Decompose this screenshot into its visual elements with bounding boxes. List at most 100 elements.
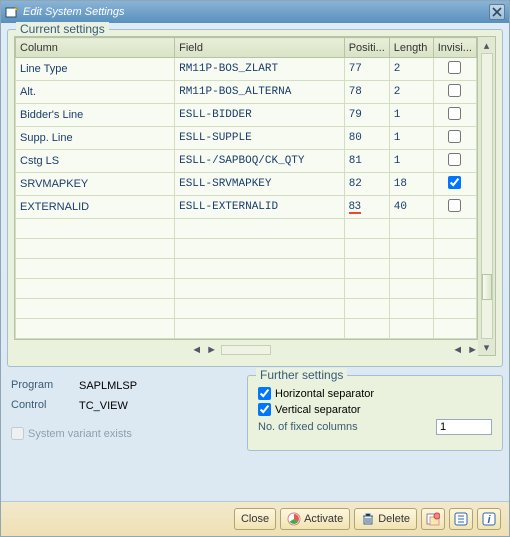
invisible-checkbox[interactable]: [448, 107, 461, 120]
invisible-checkbox[interactable]: [448, 61, 461, 74]
variant-icon: [426, 512, 440, 526]
table-row[interactable]: [16, 279, 477, 299]
hscroll-left-arrow-2[interactable]: ◄: [452, 344, 463, 356]
delete-button-label: Delete: [378, 513, 410, 525]
cell-invisible[interactable]: [433, 127, 476, 150]
cell-column[interactable]: Line Type: [16, 58, 175, 81]
cell-position[interactable]: 79: [344, 104, 389, 127]
control-value: TC_VIEW: [75, 399, 175, 413]
cell-length[interactable]: 2: [389, 58, 433, 81]
table-row[interactable]: Supp. LineESLL-SUPPLE801: [16, 127, 477, 150]
cell-column[interactable]: Bidder's Line: [16, 104, 175, 127]
cell-field[interactable]: ESLL-SUPPLE: [175, 127, 345, 150]
vscroll-up-arrow[interactable]: ▴: [481, 39, 493, 51]
table-row[interactable]: [16, 259, 477, 279]
window: Edit System Settings Current settings Co…: [0, 0, 510, 537]
cell-invisible[interactable]: [433, 81, 476, 104]
cell-column[interactable]: Supp. Line: [16, 127, 175, 150]
vscroll-track[interactable]: [481, 53, 493, 339]
cell-field[interactable]: RM11P-BOS_ZLART: [175, 58, 345, 81]
cell-position[interactable]: 80: [344, 127, 389, 150]
settings-grid: Column Field Positi... Length Invisi... …: [14, 36, 478, 340]
horizontal-separator-label: Horizontal separator: [275, 388, 374, 400]
further-settings-legend: Further settings: [256, 368, 347, 382]
system-variant-checkbox: [11, 427, 24, 440]
cell-column[interactable]: Cstg LS: [16, 150, 175, 173]
horizontal-separator-checkbox[interactable]: [258, 387, 271, 400]
hscroll-track[interactable]: [221, 345, 271, 355]
cell-length[interactable]: 1: [389, 150, 433, 173]
table-row[interactable]: [16, 239, 477, 259]
col-header-invisible[interactable]: Invisi...: [433, 38, 476, 58]
cell-length[interactable]: 18: [389, 173, 433, 196]
invisible-checkbox[interactable]: [448, 84, 461, 97]
admin-button[interactable]: [449, 508, 473, 530]
fixed-columns-input[interactable]: [436, 419, 492, 435]
activate-button[interactable]: Activate: [280, 508, 350, 530]
cell-position[interactable]: 83: [344, 196, 389, 219]
cell-column[interactable]: Alt.: [16, 81, 175, 104]
cell-invisible[interactable]: [433, 104, 476, 127]
info-icon: i: [482, 512, 496, 526]
cell-position[interactable]: 78: [344, 81, 389, 104]
hscroll: ◄ ► ◄ ►: [14, 340, 478, 356]
cell-length[interactable]: 2: [389, 81, 433, 104]
window-close-button[interactable]: [489, 4, 505, 20]
table-row[interactable]: [16, 219, 477, 239]
info-left: Program SAPLMLSP Control TC_VIEW System …: [7, 375, 237, 459]
info-button[interactable]: i: [477, 508, 501, 530]
cell-length[interactable]: 1: [389, 127, 433, 150]
cell-field[interactable]: ESLL-EXTERNALID: [175, 196, 345, 219]
table-row[interactable]: [16, 299, 477, 319]
hscroll-right-arrow[interactable]: ►: [206, 344, 217, 356]
invisible-checkbox[interactable]: [448, 153, 461, 166]
cell-position[interactable]: 81: [344, 150, 389, 173]
invisible-checkbox[interactable]: [448, 199, 461, 212]
vscroll-down-arrow[interactable]: ▾: [481, 341, 493, 353]
further-settings-group: Further settings Horizontal separator Ve…: [247, 375, 503, 451]
table-row[interactable]: SRVMAPKEYESLL-SRVMAPKEY8218: [16, 173, 477, 196]
table-row[interactable]: Line TypeRM11P-BOS_ZLART772: [16, 58, 477, 81]
invisible-checkbox[interactable]: [448, 176, 461, 189]
delete-button[interactable]: Delete: [354, 508, 417, 530]
cell-column[interactable]: SRVMAPKEY: [16, 173, 175, 196]
cell-position[interactable]: 77: [344, 58, 389, 81]
cell-invisible[interactable]: [433, 173, 476, 196]
col-header-position[interactable]: Positi...: [344, 38, 389, 58]
cell-invisible[interactable]: [433, 196, 476, 219]
program-value: SAPLMLSP: [75, 379, 175, 393]
cell-invisible[interactable]: [433, 150, 476, 173]
cell-length[interactable]: 40: [389, 196, 433, 219]
cell-column[interactable]: EXTERNALID: [16, 196, 175, 219]
col-header-length[interactable]: Length: [389, 38, 433, 58]
cell-field[interactable]: RM11P-BOS_ALTERNA: [175, 81, 345, 104]
vscroll-thumb[interactable]: [482, 274, 492, 300]
table-row[interactable]: Alt.RM11P-BOS_ALTERNA782: [16, 81, 477, 104]
close-button[interactable]: Close: [234, 508, 276, 530]
cell-field[interactable]: ESLL-BIDDER: [175, 104, 345, 127]
table-row[interactable]: Cstg LSESLL-/SAPBOQ/CK_QTY811: [16, 150, 477, 173]
current-settings-legend: Current settings: [16, 22, 109, 36]
vertical-separator-checkbox[interactable]: [258, 403, 271, 416]
table-row[interactable]: Bidder's LineESLL-BIDDER791: [16, 104, 477, 127]
col-header-field[interactable]: Field: [175, 38, 345, 58]
app-icon: [5, 5, 19, 19]
col-header-column[interactable]: Column: [16, 38, 175, 58]
cell-field[interactable]: ESLL-SRVMAPKEY: [175, 173, 345, 196]
table-row[interactable]: [16, 319, 477, 339]
invisible-checkbox[interactable]: [448, 130, 461, 143]
trash-icon: [361, 512, 375, 526]
close-button-label: Close: [241, 513, 269, 525]
program-label: Program: [11, 379, 75, 393]
hscroll-left-arrow[interactable]: ◄: [191, 344, 202, 356]
hscroll-right-arrow-2[interactable]: ►: [467, 344, 478, 356]
cell-invisible[interactable]: [433, 58, 476, 81]
cell-position[interactable]: 82: [344, 173, 389, 196]
current-settings-group: Current settings Column Field Positi... …: [7, 29, 503, 367]
cell-field[interactable]: ESLL-/SAPBOQ/CK_QTY: [175, 150, 345, 173]
variant-button[interactable]: [421, 508, 445, 530]
table-row[interactable]: EXTERNALIDESLL-EXTERNALID8340: [16, 196, 477, 219]
cell-length[interactable]: 1: [389, 104, 433, 127]
control-label: Control: [11, 399, 75, 413]
grid-header-row: Column Field Positi... Length Invisi...: [16, 38, 477, 58]
